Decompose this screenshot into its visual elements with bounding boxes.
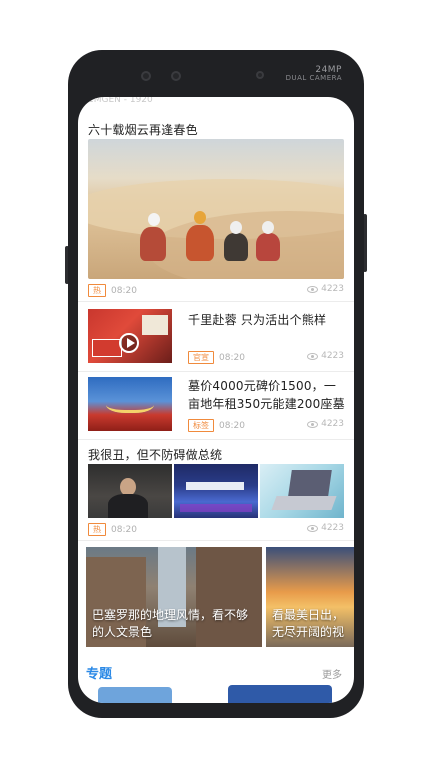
hot-tag: 热 (88, 284, 106, 297)
divider (78, 540, 354, 541)
news-image-desert[interactable] (88, 139, 344, 279)
faded-top-text: 1MGEN - 1920 (88, 97, 153, 105)
news-image-calligraphy[interactable] (88, 377, 172, 431)
news-image-stage[interactable] (174, 464, 258, 518)
feature-caption-1: 巴塞罗那的地理风情，看不够的人文景色 (92, 608, 249, 639)
eye-icon (307, 285, 319, 293)
feature-caption-2: 看最美日出，无尽开阔的视 (272, 608, 345, 639)
views-count-2: 4223 (307, 351, 344, 361)
section-title-topics: 专题 (86, 667, 113, 682)
news-title-2[interactable]: 千里赴蓉 只为活出个熊样 (188, 311, 326, 328)
divider (78, 301, 354, 302)
divider (78, 371, 354, 372)
topic-card-preview-1[interactable] (98, 687, 172, 703)
news-image-laptop[interactable] (260, 464, 344, 518)
official-tag: 官宣 (188, 351, 214, 364)
news-meta-4: 热 08:20 (88, 523, 137, 536)
more-link[interactable]: 更多 (322, 666, 342, 681)
feature-card-sunrise[interactable]: 看最美日出，无尽开阔的视 (266, 547, 354, 647)
news-image-speaker[interactable] (88, 464, 172, 518)
hot-tag: 热 (88, 523, 106, 536)
news-meta-3: 标签 08:20 (188, 419, 245, 432)
feature-card-barcelona[interactable]: 巴塞罗那的地理风情，看不够的人文景色 (86, 547, 262, 647)
views-count-1: 4223 (307, 284, 344, 294)
views-count-4: 4223 (307, 523, 344, 533)
label-tag: 标签 (188, 419, 214, 432)
eye-icon (307, 420, 319, 428)
news-title-3[interactable]: 墓价4000元碑价1500，一亩地年租350元能建200座墓 (188, 377, 346, 413)
news-title-1[interactable]: 六十载烟云再逢春色 (88, 121, 198, 138)
news-meta-1: 热 08:20 (88, 284, 137, 297)
topic-card-preview-2[interactable] (228, 685, 332, 703)
camera-lens-icon (171, 71, 181, 81)
eye-icon (307, 352, 319, 360)
screen: 1MGEN - 1920 六十载烟云再逢春色 热 08:20 4223 千里赴蓉… (78, 97, 354, 703)
eye-icon (307, 524, 319, 532)
news-image-video[interactable] (88, 309, 172, 363)
news-title-4[interactable]: 我很丑，但不防碍做总统 (88, 446, 222, 463)
divider (78, 439, 354, 440)
play-icon[interactable] (119, 333, 139, 353)
camera-label: 24MP DUAL CAMERA (285, 65, 342, 83)
flash-icon (256, 71, 264, 79)
sensor-icon (141, 71, 151, 81)
views-count-3: 4223 (307, 419, 344, 429)
news-meta-2: 官宣 08:20 (188, 351, 245, 364)
